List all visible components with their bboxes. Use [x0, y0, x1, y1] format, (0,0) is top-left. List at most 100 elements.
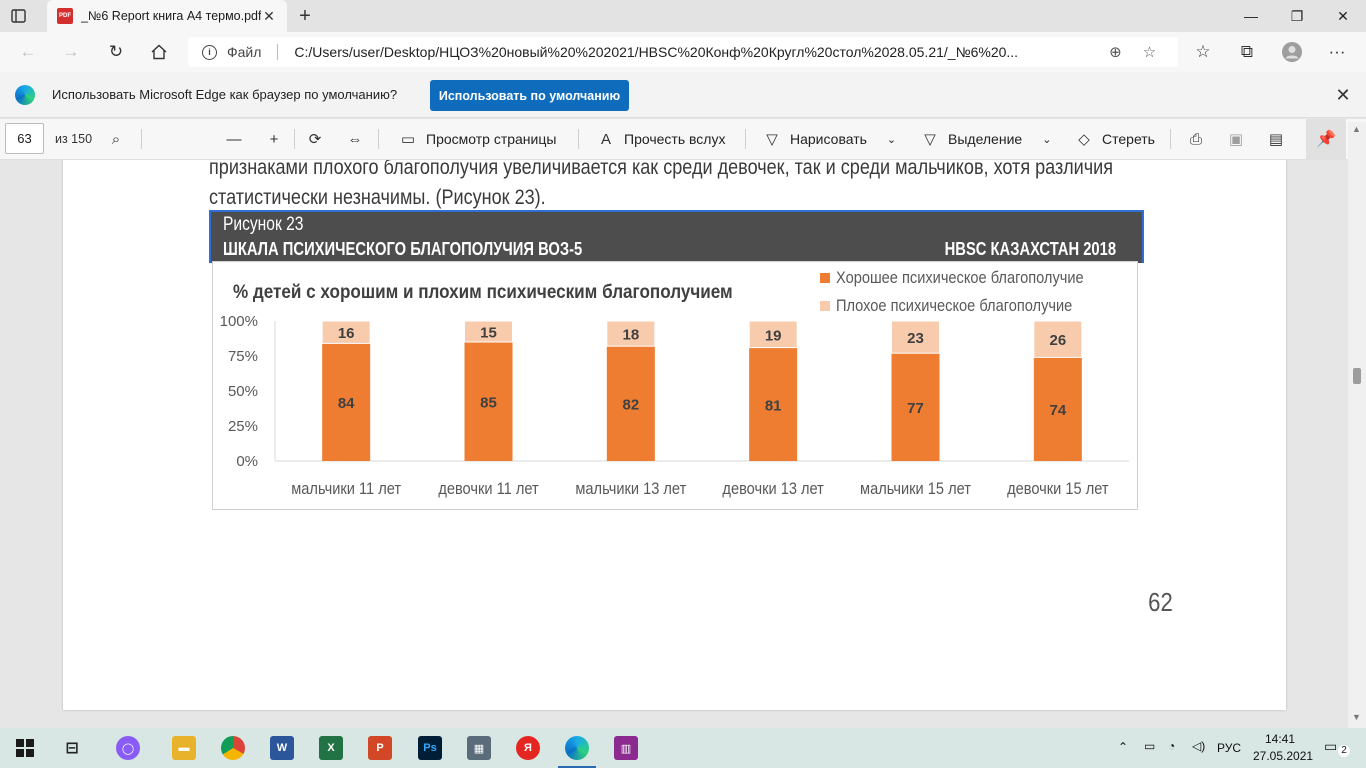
page-view-label: Просмотр страницы	[426, 131, 557, 147]
notifications-icon[interactable]: ▭	[1324, 738, 1337, 755]
read-aloud-button[interactable]: A Прочесть вслух	[596, 127, 725, 151]
excel-icon[interactable]: X	[319, 736, 343, 760]
page-view-button[interactable]: ▭ Просмотр страницы	[398, 127, 557, 151]
powerpoint-icon[interactable]: P	[368, 736, 392, 760]
address-divider	[277, 44, 279, 60]
scroll-down-icon[interactable]: ▼	[1352, 712, 1361, 722]
windows-start-icon[interactable]	[13, 736, 37, 760]
chevron-down-icon[interactable]: ⌄	[1042, 133, 1051, 146]
print-icon[interactable]: ⎙	[1186, 127, 1214, 151]
infobar-close-icon[interactable]: ✕	[1332, 84, 1354, 106]
set-default-button[interactable]: Использовать по умолчанию	[430, 80, 629, 111]
url-text[interactable]: C:/Users/user/Desktop/НЦОЗ%20новый%20%20…	[294, 44, 1104, 60]
add-favorite-icon[interactable]: ☆	[1138, 41, 1160, 63]
zoom-in-icon[interactable]: +	[264, 127, 292, 151]
favorites-icon[interactable]: ☆	[1190, 40, 1216, 64]
restore-icon[interactable]: ❐	[1274, 0, 1320, 32]
back-icon[interactable]: ←	[15, 40, 41, 64]
chevron-down-icon[interactable]: ⌄	[887, 133, 896, 146]
close-window-icon[interactable]: ✕	[1320, 0, 1366, 32]
read-aloud-icon: A	[600, 130, 611, 148]
pdf-page: признаками плохого благополучия увеличив…	[63, 160, 1286, 710]
new-tab-icon[interactable]: +	[294, 6, 316, 28]
collections-icon[interactable]: ⧉	[1234, 40, 1260, 64]
page-view-icon: ▭	[400, 131, 416, 148]
edge-logo-icon	[15, 85, 35, 105]
network-icon[interactable]: ◔	[1168, 739, 1175, 753]
data-label: 85	[480, 395, 497, 412]
pdf-file-icon: PDF	[57, 8, 73, 24]
data-label: 18	[622, 327, 639, 344]
data-label: 81	[765, 397, 782, 414]
data-label: 19	[765, 327, 782, 344]
pdf-viewer[interactable]: признаками плохого благополучия увеличив…	[0, 160, 1366, 728]
data-label: 15	[480, 325, 497, 342]
volume-icon[interactable]: ◁)	[1192, 739, 1205, 753]
default-browser-infobar: Использовать Microsoft Edge как браузер …	[0, 72, 1366, 118]
legend-swatch	[820, 273, 830, 283]
toolbar-divider	[294, 129, 295, 149]
erase-label: Стереть	[1102, 131, 1155, 147]
data-label: 26	[1049, 332, 1066, 349]
page-number-input[interactable]: 63	[5, 123, 44, 154]
scroll-thumb[interactable]	[1353, 368, 1361, 384]
stacked-bar-chart: % детей с хорошим и плохим психическим б…	[220, 269, 1129, 498]
draw-icon: ▽	[766, 131, 778, 148]
scroll-up-icon[interactable]: ▲	[1352, 124, 1361, 134]
x-tick-label: девочки 15 лет	[1007, 480, 1108, 498]
search-icon[interactable]: ⌕	[106, 127, 134, 151]
data-label: 84	[338, 395, 355, 412]
tab-close-icon[interactable]: ✕	[261, 8, 277, 24]
x-tick-label: мальчики 11 лет	[291, 480, 401, 498]
minimize-icon[interactable]: —	[1228, 0, 1274, 32]
highlight-label: Выделение	[948, 131, 1023, 147]
vertical-scrollbar[interactable]: ▲ ▼	[1348, 122, 1366, 728]
tab-actions-icon[interactable]	[10, 7, 28, 25]
home-icon[interactable]	[146, 40, 172, 64]
pin-toolbar-icon[interactable]: 📌	[1306, 119, 1346, 159]
body-text-line: признаками плохого благополучия увеличив…	[209, 160, 1113, 179]
data-label: 82	[622, 397, 639, 414]
task-view-icon[interactable]: ⊟	[60, 736, 84, 760]
draw-button[interactable]: ▽ Нарисовать ⌄	[762, 127, 896, 151]
x-tick-label: девочки 11 лет	[438, 480, 538, 498]
figure-title: ШКАЛА ПСИХИЧЕСКОГО БЛАГОПОЛУЧИЯ ВОЗ-5	[223, 239, 583, 259]
refresh-icon[interactable]: ↻	[103, 40, 129, 64]
y-tick-label: 25%	[228, 418, 258, 435]
save-as-icon[interactable]: ▤	[1266, 127, 1294, 151]
photoshop-icon[interactable]: Ps	[418, 736, 442, 760]
clock-date[interactable]: 27.05.2021	[1253, 749, 1313, 763]
battery-icon[interactable]: ▭	[1144, 739, 1155, 753]
toolbar-divider	[1170, 129, 1171, 149]
address-bar[interactable]: i Файл C:/Users/user/Desktop/НЦОЗ%20новы…	[188, 37, 1178, 67]
zoom-out-icon[interactable]: —	[224, 127, 252, 151]
toolbar-divider	[378, 129, 379, 149]
edge-taskbar-icon[interactable]	[565, 736, 589, 760]
chart-title: % детей с хорошим и плохим психическим б…	[233, 281, 733, 302]
word-icon[interactable]: W	[270, 736, 294, 760]
y-tick-label: 0%	[236, 453, 258, 470]
forward-icon[interactable]: →	[58, 40, 84, 64]
file-explorer-icon[interactable]: ▬	[172, 736, 196, 760]
zoom-icon[interactable]: ⊕	[1104, 41, 1126, 63]
rotate-icon[interactable]: ⟳	[305, 127, 333, 151]
clock-time[interactable]: 14:41	[1265, 732, 1295, 746]
alice-assistant-icon[interactable]: ◯	[116, 736, 140, 760]
info-icon[interactable]: i	[202, 44, 217, 60]
fit-page-icon[interactable]: ⇔	[345, 127, 373, 151]
toolbar-divider	[745, 129, 746, 149]
highlight-button[interactable]: ▽ Выделение ⌄	[920, 127, 1051, 151]
settings-menu-icon[interactable]: ···	[1324, 40, 1350, 64]
yandex-browser-icon[interactable]: Я	[516, 736, 540, 760]
save-icon[interactable]: ▣	[1226, 127, 1254, 151]
winrar-icon[interactable]: ▥	[614, 736, 638, 760]
address-scheme-label: Файл	[227, 44, 262, 60]
profile-avatar-icon[interactable]	[1279, 40, 1305, 64]
calculator-icon[interactable]: ▦	[467, 736, 491, 760]
chrome-icon[interactable]	[221, 736, 245, 760]
legend-label: Плохое психическое благополучие	[836, 297, 1072, 315]
show-hidden-icons-icon[interactable]: ⌃	[1118, 740, 1128, 754]
erase-button[interactable]: ◇ Стереть	[1074, 127, 1155, 151]
tab-pdf[interactable]: PDF _№6 Report книга А4 термо.pdf ✕	[47, 0, 287, 32]
language-indicator[interactable]: РУС	[1217, 741, 1241, 755]
